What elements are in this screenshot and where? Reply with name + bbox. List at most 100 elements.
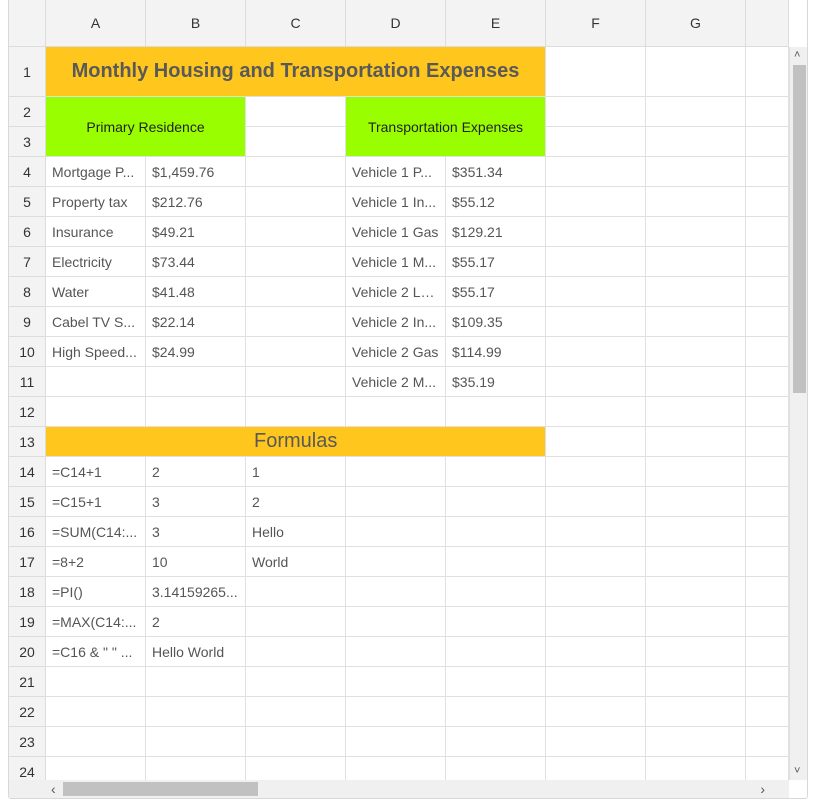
row-header-7[interactable]: 7 bbox=[9, 247, 46, 277]
row-header-14[interactable]: 14 bbox=[9, 457, 46, 487]
transport-value-cell[interactable]: $109.35 bbox=[446, 307, 546, 337]
empty-cell[interactable] bbox=[546, 637, 646, 667]
empty-cell[interactable] bbox=[646, 47, 746, 97]
scroll-left-icon[interactable]: ‹ bbox=[51, 782, 56, 796]
empty-cell[interactable] bbox=[746, 157, 789, 187]
transport-label-cell[interactable]: Vehicle 1 M... bbox=[346, 247, 446, 277]
formula-input-cell[interactable] bbox=[246, 607, 346, 637]
empty-cell[interactable] bbox=[346, 547, 446, 577]
empty-cell[interactable] bbox=[46, 367, 146, 397]
primary-residence-header[interactable]: Primary Residence bbox=[46, 97, 246, 157]
row-header-13[interactable]: 13 bbox=[9, 427, 46, 457]
empty-cell[interactable] bbox=[546, 187, 646, 217]
column-header-d[interactable]: D bbox=[346, 0, 446, 47]
row-header-6[interactable]: 6 bbox=[9, 217, 46, 247]
empty-cell[interactable] bbox=[746, 577, 789, 607]
empty-cell[interactable] bbox=[346, 667, 446, 697]
empty-cell[interactable] bbox=[46, 727, 146, 757]
housing-value-cell[interactable]: $1,459.76 bbox=[146, 157, 246, 187]
transport-value-cell[interactable]: $55.17 bbox=[446, 247, 546, 277]
empty-cell[interactable] bbox=[646, 517, 746, 547]
empty-cell[interactable] bbox=[246, 367, 346, 397]
empty-cell[interactable] bbox=[546, 97, 646, 127]
empty-cell[interactable] bbox=[646, 247, 746, 277]
transport-label-cell[interactable]: Vehicle 1 Gas bbox=[346, 217, 446, 247]
empty-cell[interactable] bbox=[346, 517, 446, 547]
empty-cell[interactable] bbox=[746, 547, 789, 577]
empty-cell[interactable] bbox=[446, 667, 546, 697]
empty-cell[interactable] bbox=[246, 97, 346, 127]
select-all-corner[interactable] bbox=[9, 0, 46, 47]
empty-cell[interactable] bbox=[46, 697, 146, 727]
formula-input-cell[interactable] bbox=[246, 577, 346, 607]
horizontal-scrollbar[interactable]: ‹ › bbox=[46, 780, 789, 798]
empty-cell[interactable] bbox=[546, 397, 646, 427]
horizontal-scroll-thumb[interactable] bbox=[63, 782, 258, 796]
row-header-4[interactable]: 4 bbox=[9, 157, 46, 187]
housing-label-cell[interactable]: High Speed... bbox=[46, 337, 146, 367]
empty-cell[interactable] bbox=[646, 97, 746, 127]
row-header-5[interactable]: 5 bbox=[9, 187, 46, 217]
transport-label-cell[interactable]: Vehicle 2 M... bbox=[346, 367, 446, 397]
transport-value-cell[interactable]: $35.19 bbox=[446, 367, 546, 397]
housing-value-cell[interactable]: $49.21 bbox=[146, 217, 246, 247]
row-header-15[interactable]: 15 bbox=[9, 487, 46, 517]
scroll-up-icon[interactable]: ˄ bbox=[794, 50, 800, 61]
empty-cell[interactable] bbox=[246, 697, 346, 727]
empty-cell[interactable] bbox=[646, 367, 746, 397]
empty-cell[interactable] bbox=[346, 727, 446, 757]
empty-cell[interactable] bbox=[246, 187, 346, 217]
empty-cell[interactable] bbox=[746, 427, 789, 457]
formula-result-cell[interactable]: 10 bbox=[146, 547, 246, 577]
row-header-23[interactable]: 23 bbox=[9, 727, 46, 757]
row-header-1[interactable]: 1 bbox=[9, 47, 46, 97]
row-header-2[interactable]: 2 bbox=[9, 97, 46, 127]
housing-value-cell[interactable]: $41.48 bbox=[146, 277, 246, 307]
empty-cell[interactable] bbox=[546, 127, 646, 157]
empty-cell[interactable] bbox=[746, 397, 789, 427]
formula-input-cell[interactable] bbox=[246, 637, 346, 667]
formula-result-cell[interactable]: 3.14159265... bbox=[146, 577, 246, 607]
empty-cell[interactable] bbox=[546, 307, 646, 337]
empty-cell[interactable] bbox=[546, 157, 646, 187]
empty-cell[interactable] bbox=[446, 697, 546, 727]
empty-cell[interactable] bbox=[446, 397, 546, 427]
empty-cell[interactable] bbox=[746, 727, 789, 757]
empty-cell[interactable] bbox=[646, 547, 746, 577]
transportation-header[interactable]: Transportation Expenses bbox=[346, 97, 546, 157]
row-header-9[interactable]: 9 bbox=[9, 307, 46, 337]
housing-label-cell[interactable]: Water bbox=[46, 277, 146, 307]
formulas-header[interactable]: Formulas bbox=[46, 427, 546, 457]
formula-result-cell[interactable]: 2 bbox=[146, 457, 246, 487]
row-header-16[interactable]: 16 bbox=[9, 517, 46, 547]
empty-cell[interactable] bbox=[146, 697, 246, 727]
empty-cell[interactable] bbox=[546, 277, 646, 307]
empty-cell[interactable] bbox=[646, 157, 746, 187]
formula-cell[interactable]: =C15+1 bbox=[46, 487, 146, 517]
column-header-h[interactable] bbox=[746, 0, 789, 47]
empty-cell[interactable] bbox=[146, 727, 246, 757]
empty-cell[interactable] bbox=[746, 337, 789, 367]
formula-result-cell[interactable]: Hello World bbox=[146, 637, 246, 667]
empty-cell[interactable] bbox=[746, 97, 789, 127]
empty-cell[interactable] bbox=[646, 427, 746, 457]
empty-cell[interactable] bbox=[646, 487, 746, 517]
housing-label-cell[interactable]: Cabel TV S... bbox=[46, 307, 146, 337]
empty-cell[interactable] bbox=[446, 577, 546, 607]
row-header-18[interactable]: 18 bbox=[9, 577, 46, 607]
formula-input-cell[interactable]: 1 bbox=[246, 457, 346, 487]
transport-value-cell[interactable]: $55.12 bbox=[446, 187, 546, 217]
empty-cell[interactable] bbox=[746, 367, 789, 397]
empty-cell[interactable] bbox=[546, 577, 646, 607]
empty-cell[interactable] bbox=[646, 277, 746, 307]
empty-cell[interactable] bbox=[746, 487, 789, 517]
empty-cell[interactable] bbox=[46, 397, 146, 427]
empty-cell[interactable] bbox=[446, 487, 546, 517]
housing-label-cell[interactable]: Insurance bbox=[46, 217, 146, 247]
empty-cell[interactable] bbox=[546, 247, 646, 277]
empty-cell[interactable] bbox=[746, 667, 789, 697]
empty-cell[interactable] bbox=[746, 247, 789, 277]
empty-cell[interactable] bbox=[146, 367, 246, 397]
empty-cell[interactable] bbox=[646, 127, 746, 157]
row-header-22[interactable]: 22 bbox=[9, 697, 46, 727]
